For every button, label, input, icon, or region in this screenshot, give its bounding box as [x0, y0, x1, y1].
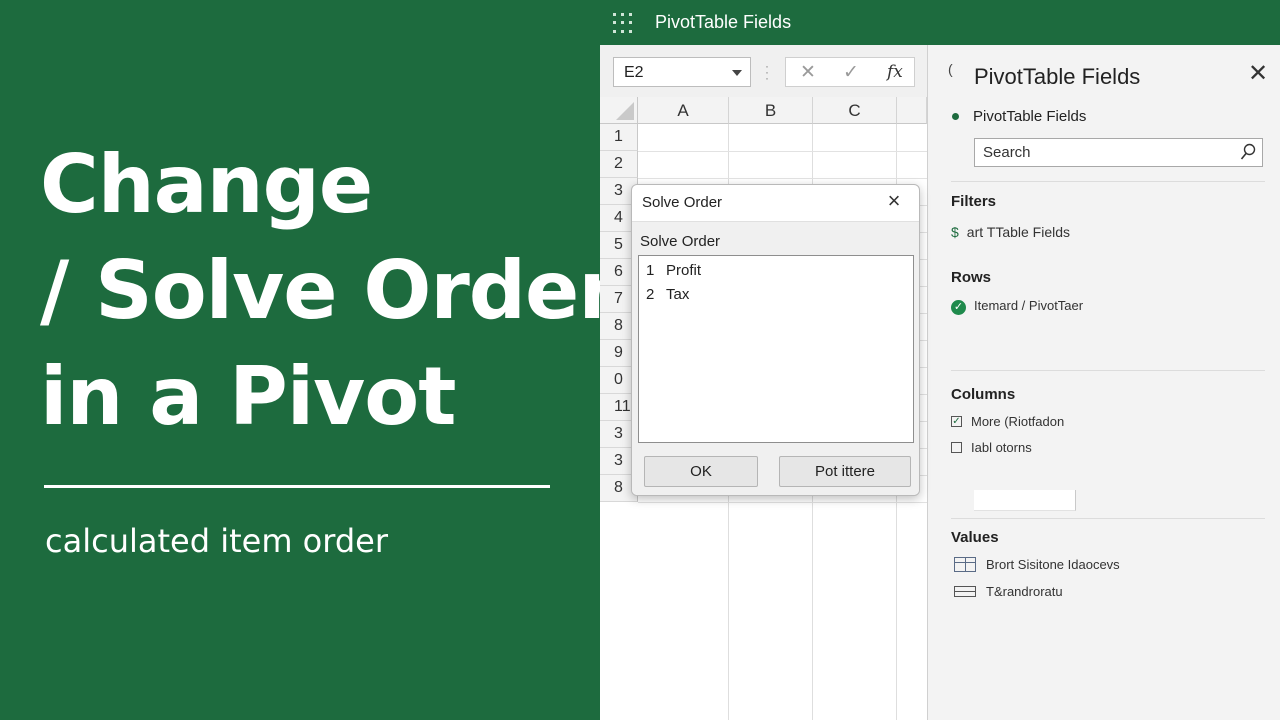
filters-field[interactable]: $ art TTable Fields: [951, 224, 1070, 240]
section-divider: [951, 181, 1265, 182]
column-header-b[interactable]: B: [729, 97, 813, 124]
solve-order-label: Solve Order: [640, 233, 721, 250]
rows-field[interactable]: ✓ Itemard / PivotTaer: [951, 298, 1083, 315]
columns-field-1-label: More (Riotfadon: [971, 414, 1065, 429]
row-gridline: [638, 151, 927, 152]
table-icon: [954, 586, 976, 598]
row-gridline: [638, 178, 927, 179]
headline-line-2: / Solve Order /: [40, 244, 673, 337]
name-box-value: E2: [624, 64, 644, 81]
cancel-icon[interactable]: ✕: [800, 61, 816, 84]
columns-heading: Columns: [951, 386, 1016, 403]
close-icon[interactable]: ✕: [1248, 59, 1268, 88]
currency-icon: $: [951, 224, 959, 240]
pivottable-fields-pane: ( PivotTable Fields ✕ PivotTable Fields …: [927, 45, 1280, 720]
item-name: Tax: [666, 286, 690, 303]
field-list-label: PivotTable Fields: [973, 108, 1087, 125]
solve-order-dialog: Solve Order × Solve Order 1 Profit 2 Tax O…: [631, 184, 920, 496]
filters-field-label: art TTable Fields: [966, 224, 1071, 240]
banner-headline: Change / Solve Order / in a Pivot: [40, 132, 673, 450]
values-field-2[interactable]: T&randroratu: [954, 584, 1063, 599]
secondary-button[interactable]: Pot ittere: [779, 456, 911, 487]
item-order: 2: [646, 286, 655, 303]
app-launcher-icon[interactable]: [613, 13, 633, 33]
title-bar: PivotTable Fields: [600, 0, 1280, 45]
list-item[interactable]: 2 Tax: [646, 286, 689, 303]
search-icon[interactable]: [1240, 143, 1256, 161]
bullet-icon: [952, 112, 959, 120]
dialog-body: Solve Order 1 Profit 2 Tax OK Pot ittere: [632, 221, 919, 495]
columns-field-2-label: Iabl otorns: [971, 440, 1032, 455]
insert-function-icon[interactable]: fx: [887, 62, 903, 82]
column-header-c[interactable]: C: [813, 97, 897, 124]
pivot-table-icon: [954, 557, 976, 573]
values-field-2-label: T&randroratu: [986, 584, 1063, 599]
filters-heading: Filters: [951, 193, 997, 210]
search-placeholder: Search: [983, 144, 1031, 161]
pane-title: PivotTable Fields: [974, 64, 1141, 89]
rows-field-label: Itemard / PivotTaer: [974, 298, 1084, 313]
back-icon[interactable]: (: [948, 61, 953, 77]
title-banner: Change / Solve Order / in a Pivot calcul…: [0, 0, 673, 720]
row-gridline: [638, 502, 927, 503]
row-header[interactable]: 2: [600, 151, 638, 178]
close-icon[interactable]: ×: [883, 190, 905, 213]
headline-line-1: Change: [40, 138, 373, 231]
values-field-1-label: Brort Sisitone Idaocevs: [986, 557, 1120, 572]
headline-line-3: in a Pivot: [40, 350, 456, 443]
formula-bar-buttons: ✕ ✓ fx: [785, 57, 915, 87]
solve-order-list[interactable]: 1 Profit 2 Tax: [638, 255, 914, 443]
item-name: Profit: [666, 262, 702, 279]
columns-field-1[interactable]: ✓ More (Riotfadon: [951, 414, 1064, 429]
item-order: 1: [646, 262, 655, 279]
search-input[interactable]: Search: [974, 138, 1263, 167]
banner-subtitle: calculated item order: [45, 522, 388, 560]
column-header-d[interactable]: [897, 97, 927, 124]
column-header-a[interactable]: A: [638, 97, 729, 124]
values-heading: Values: [951, 529, 999, 546]
dialog-title: Solve Order: [642, 194, 723, 211]
select-all-corner[interactable]: [600, 97, 638, 124]
section-divider: [951, 518, 1265, 519]
name-box[interactable]: E2: [613, 57, 751, 87]
secondary-button-label: Pot ittere: [814, 463, 876, 480]
check-circle-icon: ✓: [951, 300, 966, 315]
checkbox-icon[interactable]: [951, 442, 962, 454]
ok-button[interactable]: OK: [644, 456, 758, 487]
chevron-down-icon[interactable]: [732, 70, 742, 76]
values-field-1[interactable]: Brort Sisitone Idaocevs: [954, 557, 1120, 573]
banner-divider: [44, 485, 550, 488]
section-divider: [951, 370, 1265, 371]
drop-zone-field[interactable]: [974, 490, 1076, 511]
field-list-option[interactable]: PivotTable Fields: [952, 108, 1086, 125]
checkbox-checked-icon[interactable]: ✓: [951, 416, 962, 428]
columns-field-2[interactable]: Iabl otorns: [951, 440, 1032, 455]
row-header[interactable]: 1: [600, 124, 638, 151]
enter-icon[interactable]: ✓: [843, 61, 859, 84]
list-item[interactable]: 1 Profit: [646, 262, 701, 279]
formula-bar-grip-icon: · · ·: [765, 59, 769, 85]
rows-heading: Rows: [951, 269, 992, 286]
window-title: PivotTable Fields: [655, 12, 792, 32]
